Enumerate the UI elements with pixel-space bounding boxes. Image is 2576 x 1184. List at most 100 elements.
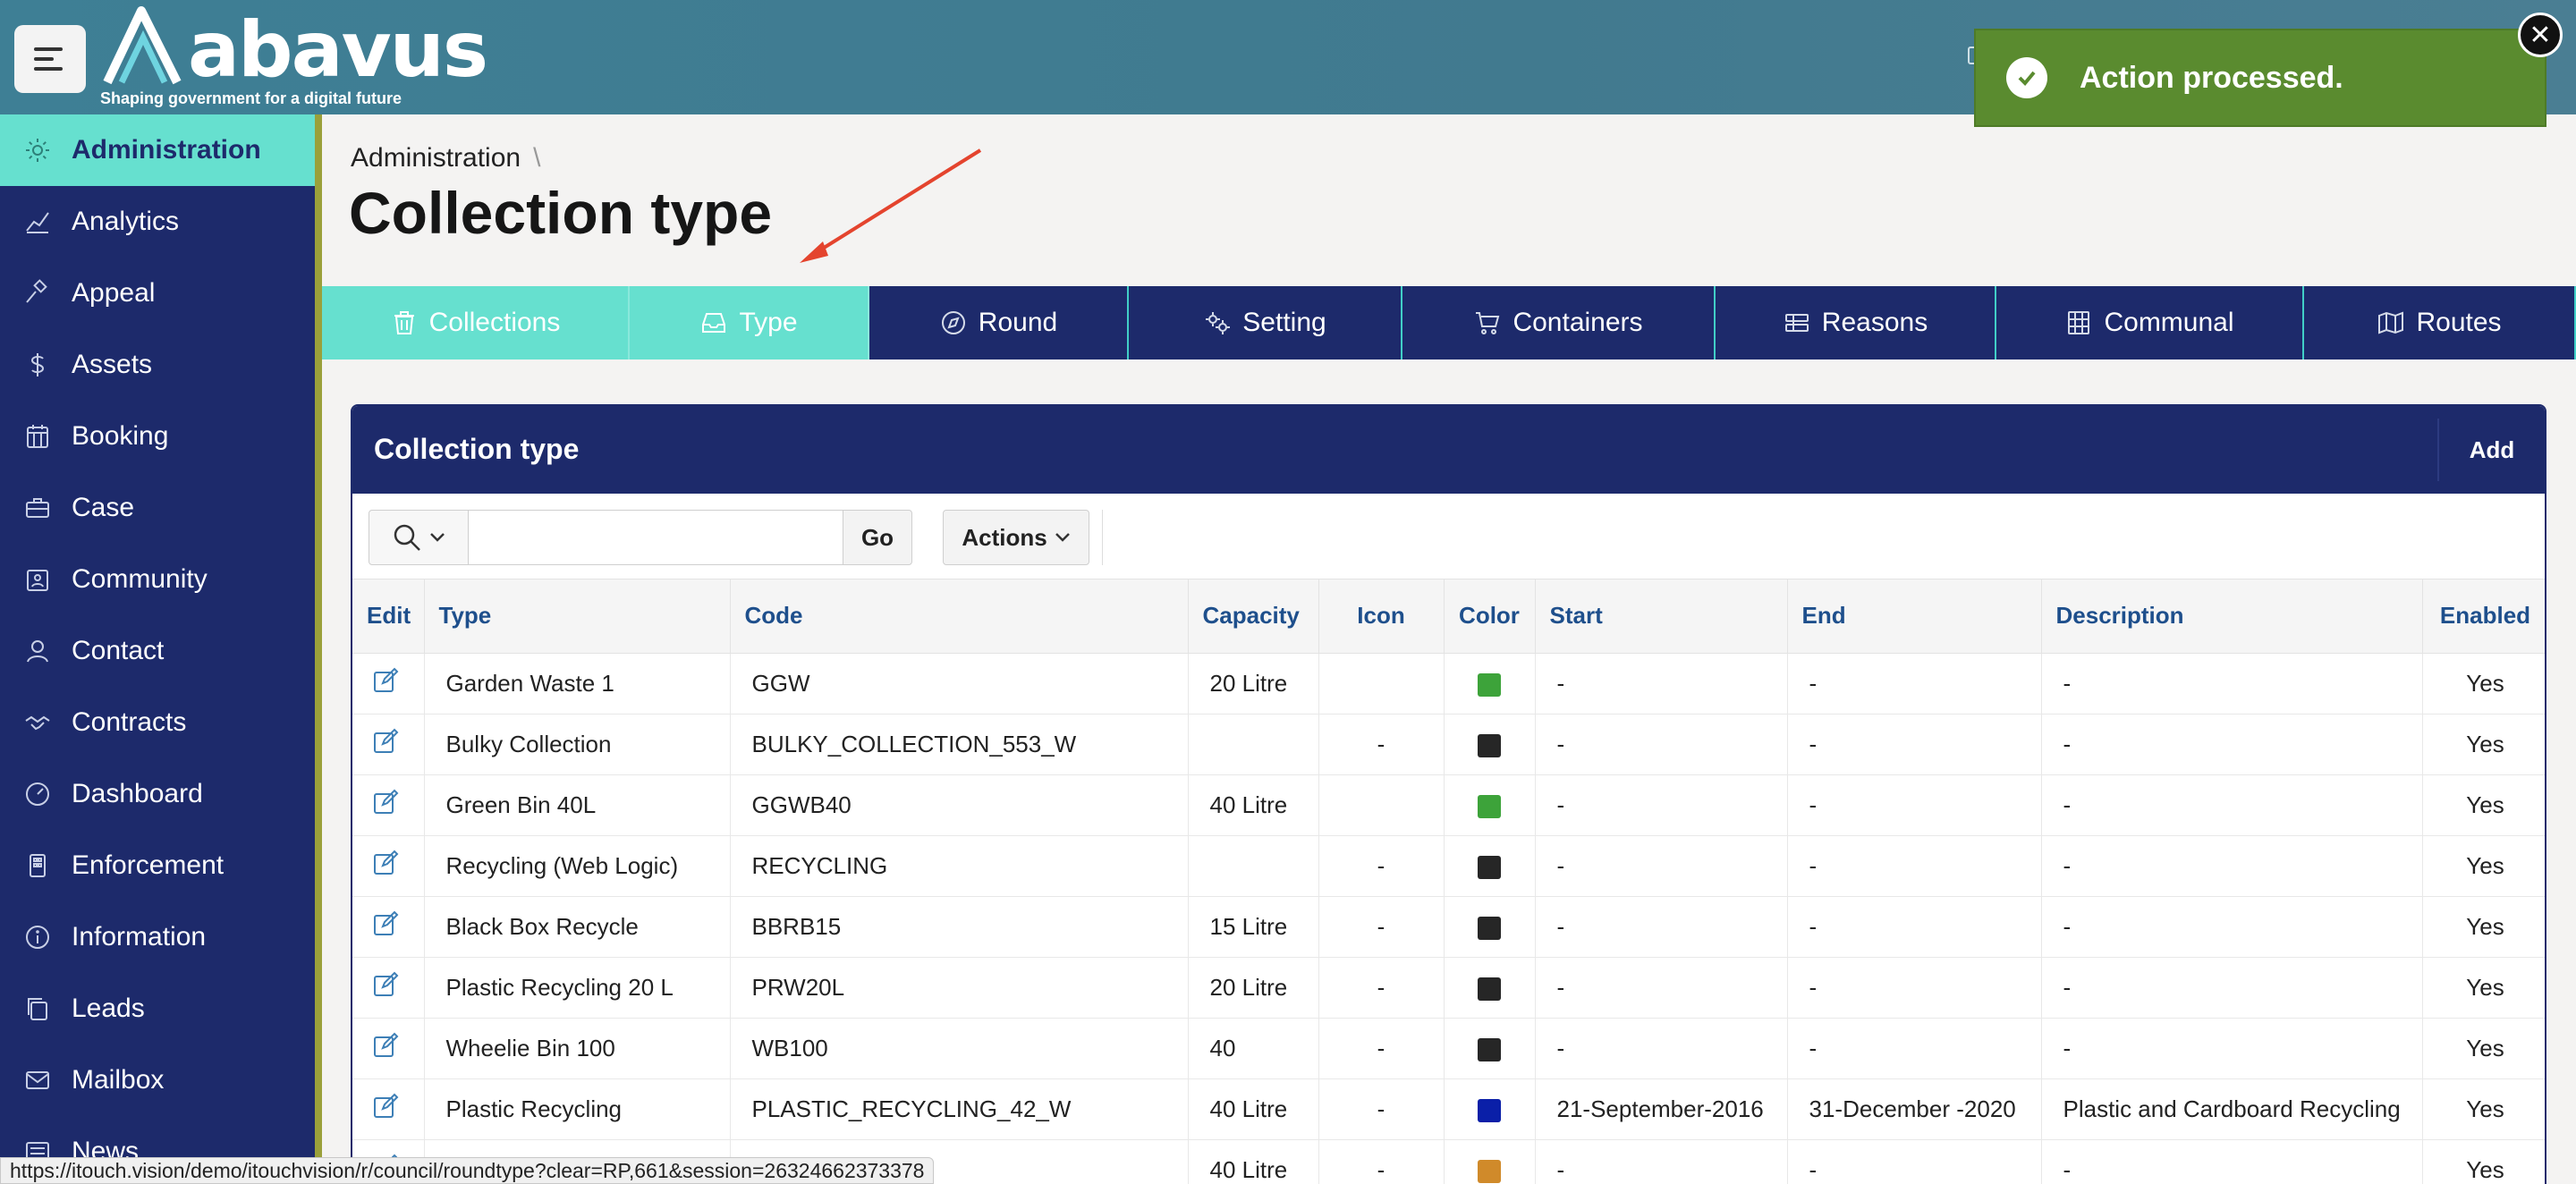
building-icon [20, 848, 55, 884]
column-header-edit[interactable]: Edit [352, 579, 425, 654]
column-header-code[interactable]: Code [730, 579, 1189, 654]
cell-enabled: Yes [2422, 896, 2545, 958]
column-header-icon[interactable]: Icon [1318, 579, 1445, 654]
toast-message: Action processed. [2080, 60, 2343, 95]
trash-icon [394, 311, 414, 334]
edit-cell[interactable] [352, 653, 425, 715]
sidebar-item-administration[interactable]: Administration [0, 114, 315, 186]
cell-start: - [1535, 653, 1788, 715]
column-header-color[interactable]: Color [1444, 579, 1536, 654]
sidebar-item-mailbox[interactable]: Mailbox [0, 1044, 315, 1116]
search-icon [394, 524, 420, 551]
tab-label: Collections [428, 308, 561, 337]
cell-end: - [1787, 774, 2042, 836]
sidebar-item-assets[interactable]: Assets [0, 329, 315, 401]
add-button[interactable]: Add [2437, 419, 2545, 481]
edit-cell[interactable] [352, 835, 425, 897]
cell-enabled: Yes [2422, 653, 2545, 715]
sidebar-scrollbar[interactable] [315, 114, 322, 1184]
color-swatch [1478, 977, 1501, 1001]
search-input[interactable] [468, 510, 843, 565]
search-column-select[interactable] [369, 510, 469, 565]
sidebar-item-appeal[interactable]: Appeal [0, 258, 315, 329]
color-swatch [1478, 916, 1501, 940]
column-header-end[interactable]: End [1787, 579, 2042, 654]
cell-icon: - [1318, 957, 1445, 1019]
cell-color [1444, 653, 1536, 715]
sidebar-item-case[interactable]: Case [0, 472, 315, 544]
tab-collections[interactable]: Collections [322, 286, 630, 359]
edit-icon[interactable] [372, 910, 399, 937]
cell-type: Green Bin 40L [424, 774, 731, 836]
actions-menu-button[interactable]: Actions [943, 510, 1089, 565]
brand-logo[interactable]: abavus Shaping government for a digital … [98, 4, 488, 111]
tab-reasons[interactable]: Reasons [1716, 286, 1996, 359]
sidebar-item-dashboard[interactable]: Dashboard [0, 758, 315, 830]
table-row: Plastic Recycling 20 L PRW20L 20 Litre - - - -… [352, 957, 2545, 1019]
edit-icon[interactable] [372, 728, 399, 755]
edit-cell[interactable] [352, 1078, 425, 1140]
cell-color [1444, 774, 1536, 836]
column-header-description[interactable]: Description [2041, 579, 2423, 654]
sidebar-item-label: Enforcement [72, 850, 225, 880]
sidebar-item-community[interactable]: Community [0, 544, 315, 615]
cell-description: - [2041, 1139, 2423, 1184]
edit-icon[interactable] [372, 1032, 399, 1059]
cell-capacity: 40 Litre [1188, 1139, 1319, 1184]
cell-color [1444, 1078, 1536, 1140]
sidebar-item-enforcement[interactable]: Enforcement [0, 830, 315, 901]
cell-description: - [2041, 774, 2423, 836]
column-header-capacity[interactable]: Capacity [1188, 579, 1319, 654]
column-header-type[interactable]: Type [424, 579, 731, 654]
compass-icon [941, 311, 965, 334]
cell-code: BULKY_COLLECTION_553_W [730, 714, 1189, 775]
edit-icon[interactable] [372, 971, 399, 998]
sidebar-item-contracts[interactable]: Contracts [0, 687, 315, 758]
edit-icon[interactable] [372, 850, 399, 876]
edit-icon[interactable] [372, 789, 399, 816]
cell-code: BBRB15 [730, 896, 1189, 958]
check-icon [2006, 57, 2047, 98]
breadcrumb-link-administration[interactable]: Administration [351, 143, 521, 173]
chevron-down-icon [430, 533, 445, 542]
tab-communal[interactable]: Communal [1996, 286, 2304, 359]
edit-cell[interactable] [352, 896, 425, 958]
tab-setting[interactable]: Setting [1129, 286, 1402, 359]
close-icon[interactable]: ✕ [2518, 13, 2563, 57]
collection-type-region: Collection type Add Go Actions Edit Type C… [351, 404, 2546, 1184]
edit-icon[interactable] [372, 1093, 399, 1120]
cell-color [1444, 1018, 1536, 1079]
tab-routes[interactable]: Routes [2304, 286, 2576, 359]
list-icon [1784, 314, 1809, 332]
cell-description: - [2041, 653, 2423, 715]
table-row: Plastic Recycling PLASTIC_RECYCLING_42_W 4… [352, 1078, 2545, 1140]
cell-icon: - [1318, 835, 1445, 897]
tab-label: Round [978, 308, 1058, 337]
tab-round[interactable]: Round [869, 286, 1129, 359]
tab-label: Routes [2416, 308, 2502, 337]
tab-type[interactable]: Type [630, 286, 869, 359]
cell-icon: - [1318, 1078, 1445, 1140]
cell-start: - [1535, 1018, 1788, 1079]
menu-toggle-button[interactable] [14, 25, 86, 93]
edit-cell[interactable] [352, 774, 425, 836]
sidebar-item-contact[interactable]: Contact [0, 615, 315, 687]
sidebar-item-label: Mailbox [72, 1065, 165, 1095]
go-button[interactable]: Go [843, 510, 912, 565]
cell-capacity [1188, 714, 1319, 775]
column-header-start[interactable]: Start [1535, 579, 1788, 654]
sidebar-item-leads[interactable]: Leads [0, 973, 315, 1044]
cell-color [1444, 896, 1536, 958]
edit-cell[interactable] [352, 714, 425, 775]
sidebar-item-booking[interactable]: Booking [0, 401, 315, 472]
annotation-arrow [800, 148, 982, 263]
people-icon [20, 562, 55, 597]
edit-icon[interactable] [372, 667, 399, 694]
edit-cell[interactable] [352, 957, 425, 1019]
edit-cell[interactable] [352, 1018, 425, 1079]
cell-description: - [2041, 896, 2423, 958]
column-header-enabled[interactable]: Enabled [2422, 579, 2545, 654]
tab-containers[interactable]: Containers [1402, 286, 1716, 359]
sidebar-item-information[interactable]: Information [0, 901, 315, 973]
sidebar-item-analytics[interactable]: Analytics [0, 186, 315, 258]
